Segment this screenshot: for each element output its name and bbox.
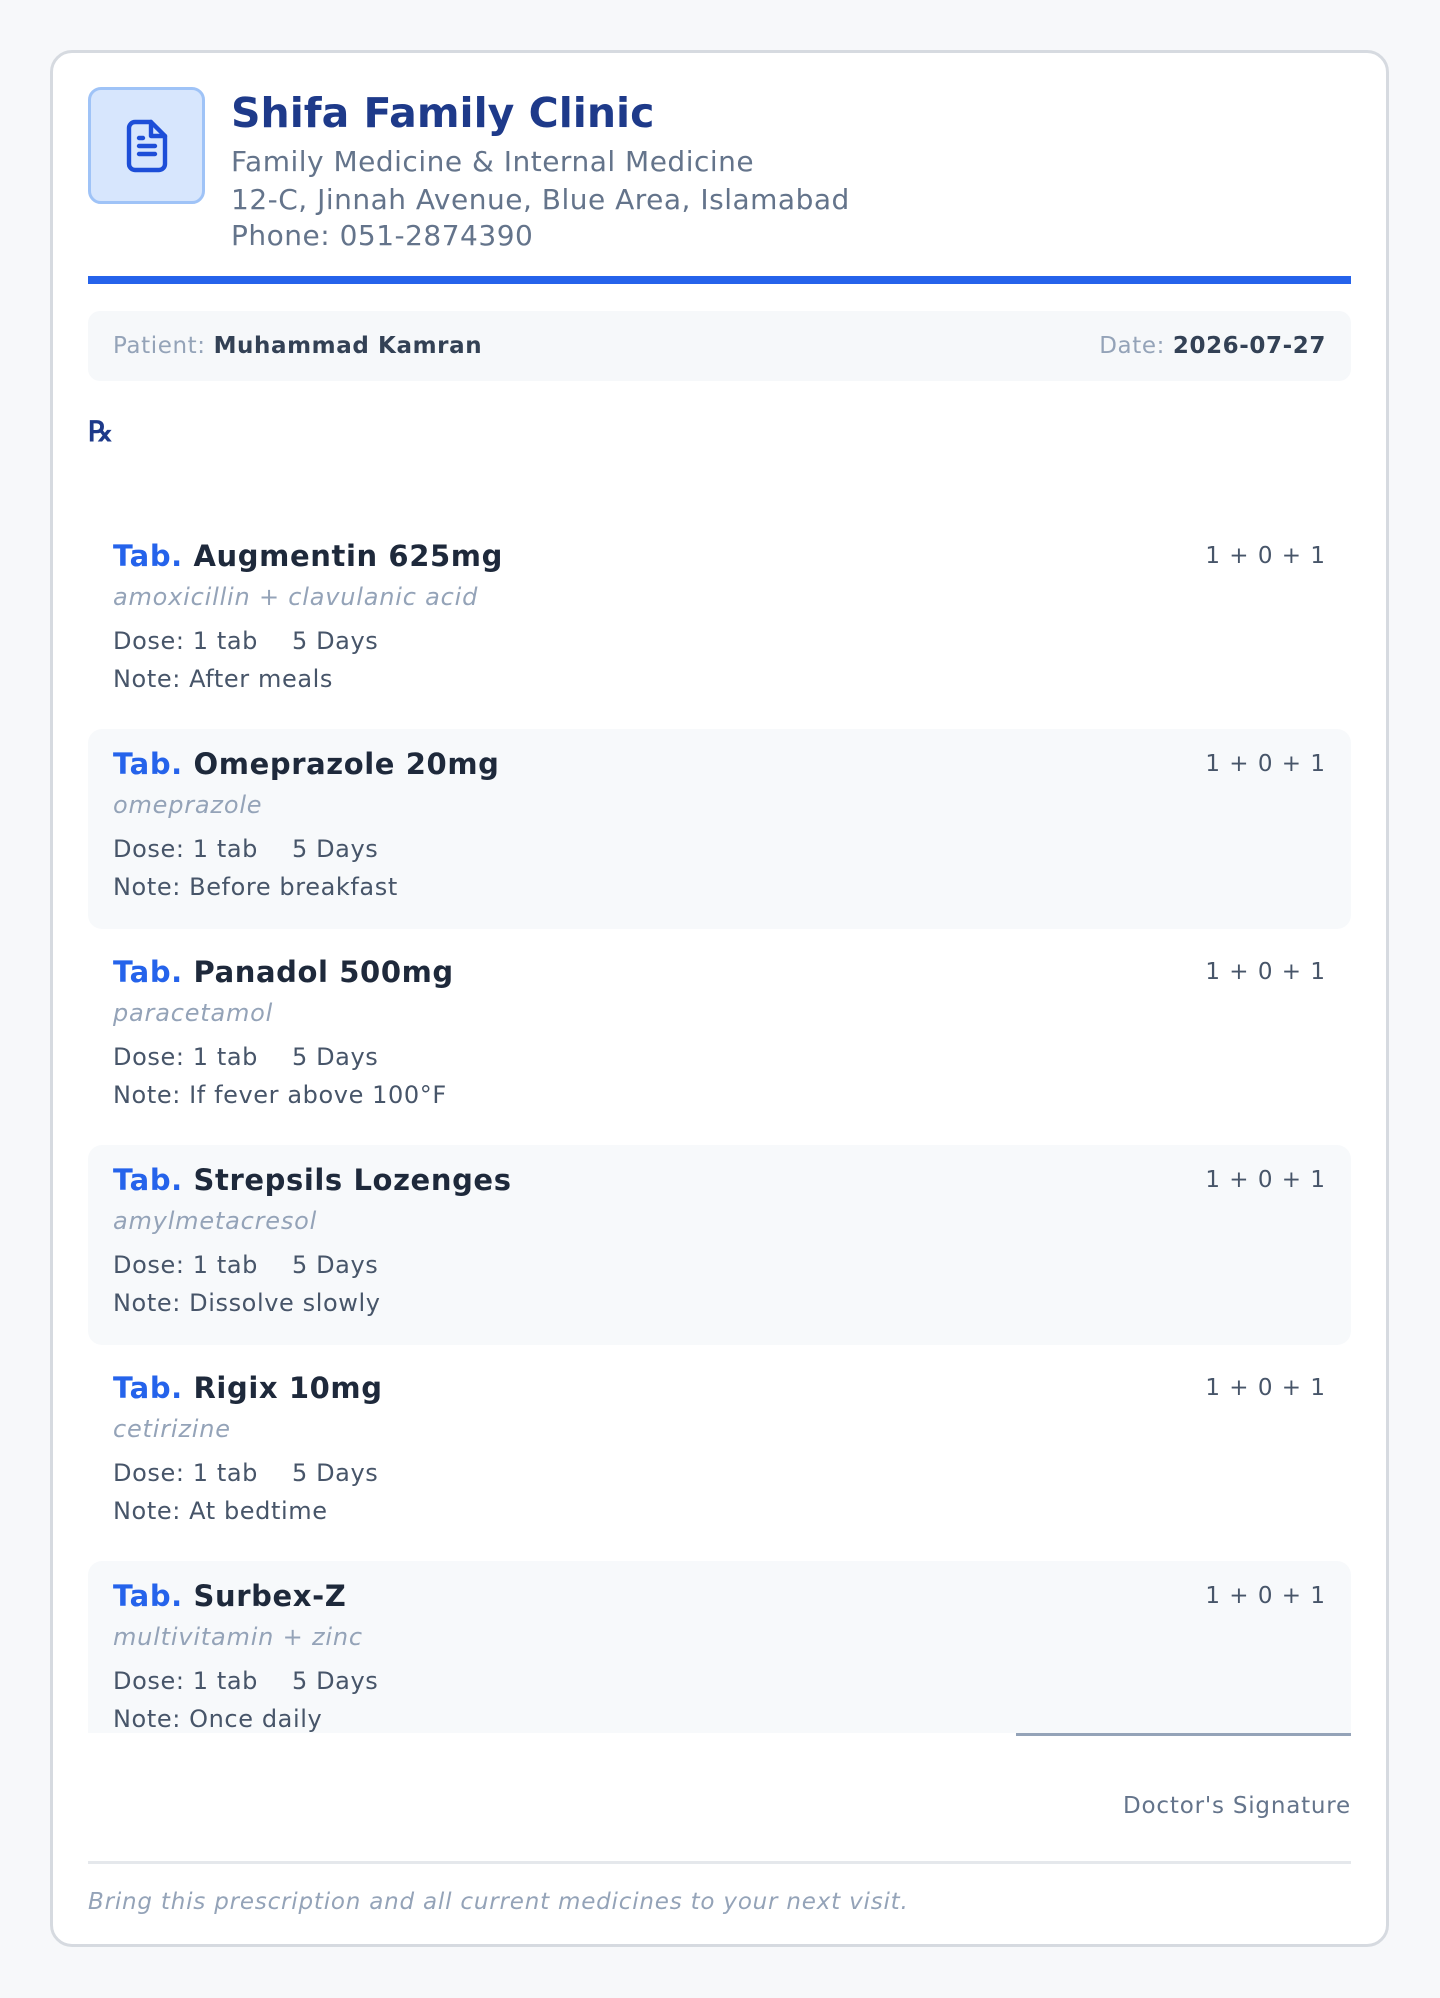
medicine-generic: cetirizine (113, 1415, 231, 1443)
medicine-dose-amount: Dose: 1 tab (113, 627, 258, 655)
medicine-item: Tab. Panadol 500mg paracetamol Dose: 1 t… (88, 937, 1351, 1137)
medicine-item: Tab. Strepsils Lozenges amylmetacresol D… (88, 1145, 1351, 1345)
medicine-form: Tab. (113, 539, 183, 573)
footer-divider (88, 1861, 1351, 1864)
medicine-generic: amoxicillin + clavulanic acid (113, 583, 479, 611)
medicine-frequency: 1 + 0 + 1 (1205, 751, 1326, 777)
medicine-title: Tab. Strepsils Lozenges (113, 1163, 512, 1197)
medicine-name: Augmentin 625mg (193, 539, 503, 573)
prescription-card: Shifa Family Clinic Family Medicine & In… (50, 50, 1389, 1947)
medicine-note: Note: After meals (113, 665, 334, 693)
clinic-logo (88, 87, 205, 204)
medicine-title: Tab. Omeprazole 20mg (113, 747, 500, 781)
clinic-address: 12-C, Jinnah Avenue, Blue Area, Islamaba… (231, 183, 850, 216)
medicine-duration: 5 Days (292, 627, 379, 655)
medicine-duration: 5 Days (292, 1459, 379, 1487)
medicine-frequency: 1 + 0 + 1 (1205, 543, 1326, 569)
document-icon (126, 119, 167, 172)
medicine-duration: 5 Days (292, 1251, 379, 1279)
clinic-name: Shifa Family Clinic (231, 89, 655, 137)
clinic-specialty: Family Medicine & Internal Medicine (231, 145, 755, 178)
medicine-item: Tab. Rigix 10mg cetirizine Dose: 1 tab 5 … (88, 1353, 1351, 1553)
medicine-note: Note: If fever above 100°F (113, 1081, 447, 1109)
medicine-dose: Dose: 1 tab 5 Days (113, 1459, 378, 1487)
patient-label: Patient: (113, 333, 206, 359)
medicine-item: Tab. Surbex-Z multivitamin + zinc Dose: … (88, 1561, 1351, 1733)
medicine-note: Note: Before breakfast (113, 873, 398, 901)
patient-field: Patient: Muhammad Kamran (113, 333, 482, 359)
medicine-dose: Dose: 1 tab 5 Days (113, 1251, 378, 1279)
medicine-name: Strepsils Lozenges (193, 1163, 512, 1197)
medicine-dose-amount: Dose: 1 tab (113, 1251, 258, 1279)
signature-label: Doctor's Signature (1123, 1793, 1351, 1819)
medicine-duration: 5 Days (292, 835, 379, 863)
prescription-date: 2026-07-27 (1172, 333, 1326, 359)
medicine-name: Surbex-Z (193, 1579, 347, 1613)
medicine-frequency: 1 + 0 + 1 (1205, 1583, 1326, 1609)
medicine-duration: 5 Days (292, 1667, 379, 1695)
medicine-dose: Dose: 1 tab 5 Days (113, 1043, 378, 1071)
medicine-frequency: 1 + 0 + 1 (1205, 1167, 1326, 1193)
medicine-dose-amount: Dose: 1 tab (113, 835, 258, 863)
medicine-dose-amount: Dose: 1 tab (113, 1459, 258, 1487)
medicine-frequency: 1 + 0 + 1 (1205, 959, 1326, 985)
medicine-note: Note: At bedtime (113, 1497, 328, 1525)
medicine-title: Tab. Surbex-Z (113, 1579, 346, 1613)
patient-info-bar: Patient: Muhammad Kamran Date: 2026-07-2… (88, 311, 1351, 381)
medicine-generic: paracetamol (113, 999, 274, 1027)
medicine-name: Rigix 10mg (193, 1371, 383, 1405)
footer-note: Bring this prescription and all current … (88, 1889, 909, 1915)
signature-line (1016, 1733, 1351, 1736)
clinic-phone: Phone: 051-2874390 (231, 219, 534, 252)
medicine-generic: multivitamin + zinc (113, 1623, 363, 1651)
medicine-dose-amount: Dose: 1 tab (113, 1043, 258, 1071)
medicine-frequency: 1 + 0 + 1 (1205, 1375, 1326, 1401)
medicine-form: Tab. (113, 1579, 183, 1613)
medicine-form: Tab. (113, 747, 183, 781)
date-field: Date: 2026-07-27 (1099, 333, 1326, 359)
rx-symbol: ℞ (88, 415, 114, 448)
medicine-list: Tab. Augmentin 625mg amoxicillin + clavu… (88, 521, 1351, 1733)
medicine-duration: 5 Days (292, 1043, 379, 1071)
medicine-dose: Dose: 1 tab 5 Days (113, 1667, 378, 1695)
medicine-form: Tab. (113, 1163, 183, 1197)
patient-name: Muhammad Kamran (213, 333, 483, 359)
medicine-dose-amount: Dose: 1 tab (113, 1667, 258, 1695)
medicine-name: Panadol 500mg (193, 955, 454, 989)
medicine-form: Tab. (113, 1371, 183, 1405)
header-divider (88, 276, 1351, 284)
medicine-generic: omeprazole (113, 791, 263, 819)
medicine-title: Tab. Panadol 500mg (113, 955, 454, 989)
medicine-generic: amylmetacresol (113, 1207, 318, 1235)
medicine-item: Tab. Omeprazole 20mg omeprazole Dose: 1 … (88, 729, 1351, 929)
medicine-note: Note: Dissolve slowly (113, 1289, 381, 1317)
medicine-item: Tab. Augmentin 625mg amoxicillin + clavu… (88, 521, 1351, 721)
medicine-title: Tab. Augmentin 625mg (113, 539, 503, 573)
medicine-dose: Dose: 1 tab 5 Days (113, 627, 378, 655)
medicine-title: Tab. Rigix 10mg (113, 1371, 383, 1405)
prescription-content: Shifa Family Clinic Family Medicine & In… (88, 53, 1351, 1944)
date-label: Date: (1099, 333, 1165, 359)
medicine-name: Omeprazole 20mg (193, 747, 500, 781)
medicine-note: Note: Once daily (113, 1705, 323, 1733)
medicine-form: Tab. (113, 955, 183, 989)
medicine-dose: Dose: 1 tab 5 Days (113, 835, 378, 863)
